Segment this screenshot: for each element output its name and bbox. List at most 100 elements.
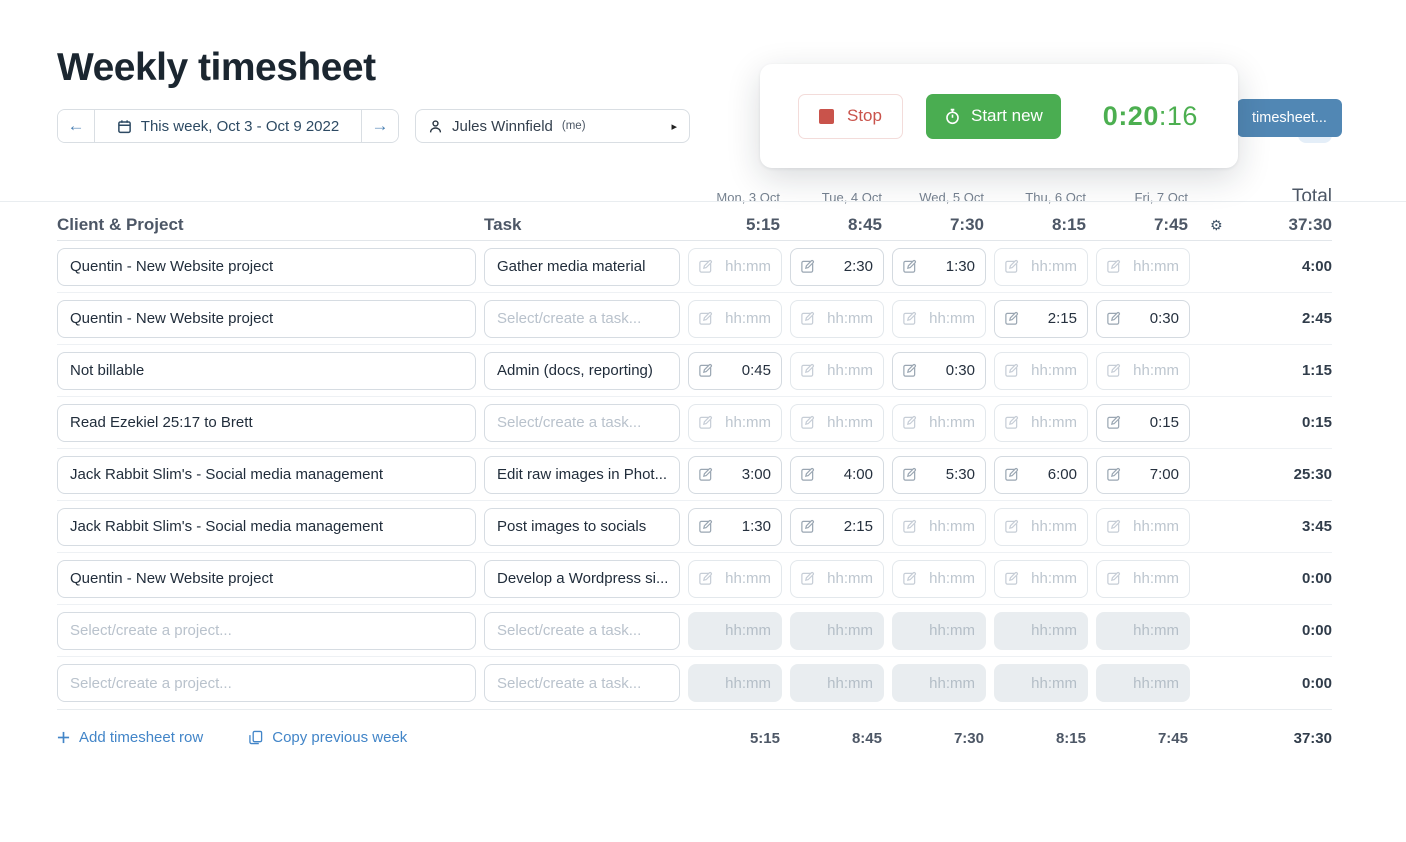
time-cell[interactable]: 5:30: [892, 456, 986, 494]
project-input[interactable]: [57, 248, 476, 286]
stopwatch-icon: [944, 108, 961, 125]
time-cell[interactable]: hh:mm: [892, 404, 986, 442]
row-total: 0:00: [1198, 570, 1332, 587]
time-cell[interactable]: 1:30: [688, 508, 782, 546]
project-input[interactable]: [57, 612, 476, 650]
time-cell[interactable]: hh:mm: [790, 560, 884, 598]
row-total: 25:30: [1198, 466, 1332, 483]
project-input[interactable]: [57, 508, 476, 546]
day-total: 7:45: [1096, 215, 1190, 235]
row-total: 1:15: [1198, 362, 1332, 379]
timer-hours-minutes: 0:20: [1103, 101, 1159, 131]
time-cell[interactable]: hh:mm: [790, 300, 884, 338]
time-cell: hh:mm: [892, 612, 986, 650]
time-cell[interactable]: 0:15: [1096, 404, 1190, 442]
task-input[interactable]: [484, 404, 680, 442]
footer-day-total: 8:45: [790, 727, 884, 747]
person-select[interactable]: Jules Winnfield (me) ▸: [415, 109, 690, 143]
time-cell[interactable]: 0:30: [1096, 300, 1190, 338]
week-navigator: ← This week, Oct 3 - Oct 9 2022 →: [57, 109, 399, 143]
time-cell[interactable]: 0:45: [688, 352, 782, 390]
task-input[interactable]: [484, 300, 680, 338]
project-input[interactable]: [57, 560, 476, 598]
time-cell[interactable]: hh:mm: [1096, 352, 1190, 390]
day-total: 8:15: [994, 215, 1088, 235]
task-input[interactable]: [484, 456, 680, 494]
time-cell[interactable]: hh:mm: [994, 560, 1088, 598]
week-picker-button[interactable]: This week, Oct 3 - Oct 9 2022: [94, 110, 362, 142]
stop-square-icon: [819, 109, 834, 124]
timesheet-action-button[interactable]: timesheet...: [1237, 99, 1342, 137]
time-cell[interactable]: 4:00: [790, 456, 884, 494]
stop-timer-button[interactable]: Stop: [798, 94, 903, 139]
project-input[interactable]: [57, 352, 476, 390]
edit-pencil-icon: [902, 311, 917, 326]
edit-pencil-icon: [902, 519, 917, 534]
time-cell[interactable]: 0:30: [892, 352, 986, 390]
caret-right-icon: ▸: [671, 120, 677, 133]
edit-pencil-icon: [1106, 363, 1121, 378]
time-cell[interactable]: hh:mm: [994, 404, 1088, 442]
timer-panel: Stop Start new 0:20:16: [760, 64, 1238, 168]
edit-pencil-icon: [698, 519, 713, 534]
edit-pencil-icon: [902, 571, 917, 586]
time-cell[interactable]: 3:00: [688, 456, 782, 494]
time-cell: hh:mm: [790, 612, 884, 650]
edit-pencil-icon: [698, 415, 713, 430]
previous-week-button[interactable]: ←: [58, 110, 94, 142]
time-cell[interactable]: hh:mm: [1096, 248, 1190, 286]
task-input[interactable]: [484, 508, 680, 546]
timer-display: 0:20:16: [1103, 101, 1198, 132]
task-input[interactable]: [484, 612, 680, 650]
time-cell[interactable]: 6:00: [994, 456, 1088, 494]
time-cell[interactable]: hh:mm: [790, 352, 884, 390]
table-row: 1:30 2:15 hh:mm hh:mm hh:mm 3:45: [57, 501, 1332, 553]
task-input[interactable]: [484, 352, 680, 390]
task-input[interactable]: [484, 560, 680, 598]
task-input[interactable]: [484, 664, 680, 702]
start-new-timer-button[interactable]: Start new: [926, 94, 1061, 139]
time-cell[interactable]: hh:mm: [994, 508, 1088, 546]
time-cell[interactable]: 2:30: [790, 248, 884, 286]
project-input[interactable]: [57, 404, 476, 442]
time-cell[interactable]: hh:mm: [688, 560, 782, 598]
time-cell[interactable]: hh:mm: [892, 508, 986, 546]
edit-pencil-icon: [1004, 363, 1019, 378]
day-total: 5:15: [688, 215, 782, 235]
time-cell[interactable]: hh:mm: [994, 352, 1088, 390]
time-cell[interactable]: hh:mm: [1096, 508, 1190, 546]
row-total: 0:00: [1198, 675, 1332, 692]
row-total: 0:15: [1198, 414, 1332, 431]
time-cell[interactable]: 2:15: [790, 508, 884, 546]
time-cell[interactable]: hh:mm: [688, 404, 782, 442]
project-input[interactable]: [57, 300, 476, 338]
time-cell[interactable]: 7:00: [1096, 456, 1190, 494]
time-cell[interactable]: hh:mm: [892, 560, 986, 598]
edit-pencil-icon: [800, 467, 815, 482]
time-cell[interactable]: 2:15: [994, 300, 1088, 338]
time-cell[interactable]: 1:30: [892, 248, 986, 286]
edit-pencil-icon: [1106, 467, 1121, 482]
time-cell: hh:mm: [994, 664, 1088, 702]
task-input[interactable]: [484, 248, 680, 286]
time-cell[interactable]: hh:mm: [994, 248, 1088, 286]
person-name: Jules Winnfield: [452, 118, 553, 135]
project-input[interactable]: [57, 456, 476, 494]
edit-pencil-icon: [698, 363, 713, 378]
left-arrow-icon: ←: [68, 116, 85, 136]
table-row: 0:45 hh:mm 0:30 hh:mm hh:mm 1:15: [57, 345, 1332, 397]
table-row: hh:mm hh:mm hh:mm hh:mm hh:mm 0:00: [57, 657, 1332, 709]
time-cell[interactable]: hh:mm: [1096, 560, 1190, 598]
next-week-button[interactable]: →: [362, 110, 398, 142]
time-cell[interactable]: hh:mm: [790, 404, 884, 442]
project-input[interactable]: [57, 664, 476, 702]
add-timesheet-row-button[interactable]: Add timesheet row: [57, 729, 203, 746]
time-cell[interactable]: hh:mm: [892, 300, 986, 338]
time-cell[interactable]: hh:mm: [688, 300, 782, 338]
copy-previous-week-button[interactable]: Copy previous week: [249, 729, 407, 746]
table-row: hh:mm hh:mm hh:mm 2:15 0:30 2:45: [57, 293, 1332, 345]
time-cell[interactable]: hh:mm: [688, 248, 782, 286]
edit-pencil-icon: [698, 259, 713, 274]
column-settings-gear-icon[interactable]: ⚙: [1210, 218, 1223, 232]
edit-pencil-icon: [1004, 519, 1019, 534]
